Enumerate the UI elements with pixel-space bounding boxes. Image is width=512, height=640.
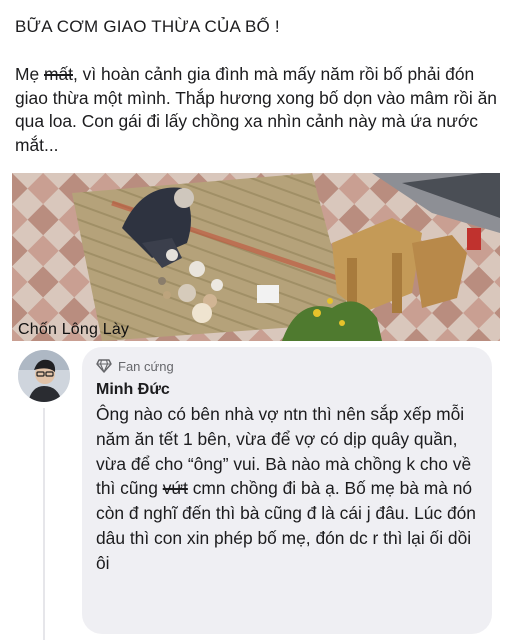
comment-bubble[interactable]: Fan cứng Minh Đức Ông nào có bên nhà vợ … <box>82 347 492 634</box>
badge-label: Fan cứng <box>118 358 174 374</box>
post-body-text-start: Mẹ <box>15 64 44 84</box>
post-body: Mẹ mất, vì hoàn cảnh gia đình mà mấy năm… <box>15 63 500 157</box>
comment-thread-line <box>43 408 45 640</box>
photo-scene <box>12 173 500 341</box>
post-photo[interactable]: Chốn Lông Lày <box>12 173 500 341</box>
diamond-icon <box>96 359 112 373</box>
avatar-photo <box>18 350 70 402</box>
comment-strikethrough: vứt <box>162 478 188 499</box>
commenter-avatar[interactable] <box>18 350 70 402</box>
post-body-text-end: , vì hoàn cảnh gia đình mà mấy năm rồi b… <box>15 64 497 155</box>
post-body-strikethrough: mất <box>44 64 73 84</box>
fan-badge: Fan cứng <box>96 358 174 374</box>
post-title: BỮA CƠM GIAO THỪA CỦA BỐ ! <box>15 17 280 36</box>
comment-text: Ông nào có bên nhà vợ ntn thì nên sắp xế… <box>96 402 488 576</box>
image-watermark: Chốn Lông Lày <box>18 321 130 338</box>
commenter-name[interactable]: Minh Đức <box>96 381 170 399</box>
